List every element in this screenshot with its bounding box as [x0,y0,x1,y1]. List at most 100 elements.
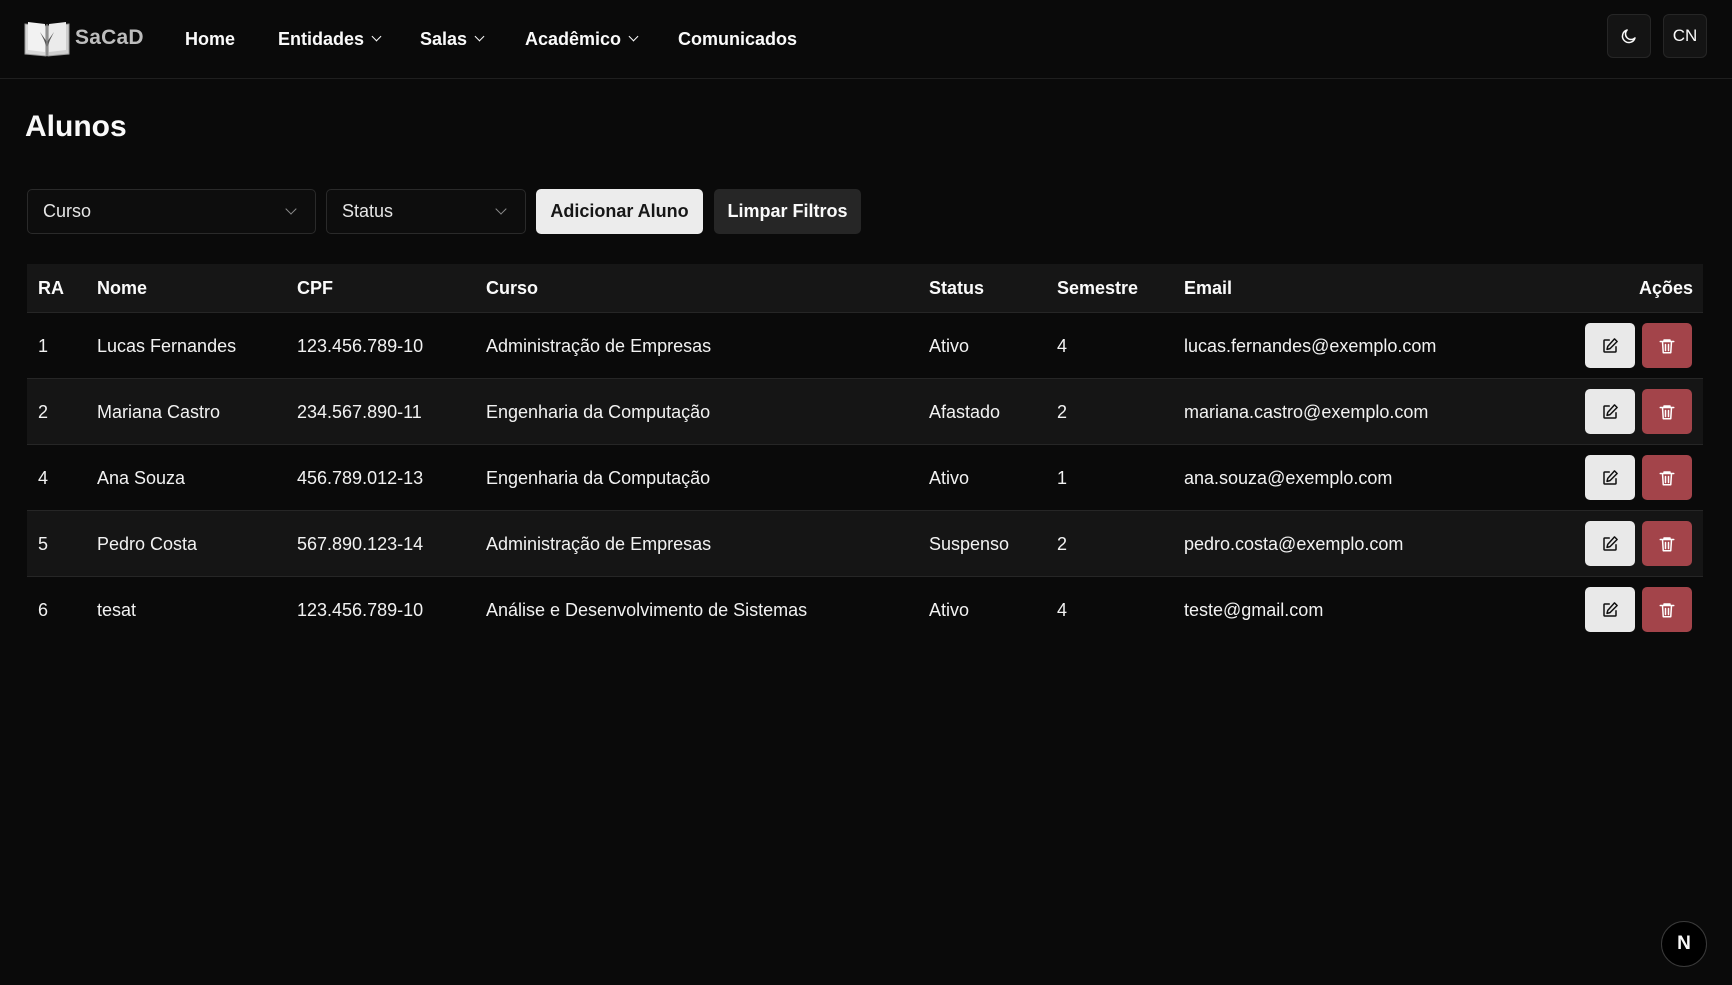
table-row: 2 Mariana Castro 234.567.890-11 Engenhar… [27,379,1703,445]
curso-filter-value: Curso [43,201,92,221]
cell-ra: 6 [38,599,49,620]
nav-home-label: Home [185,28,236,49]
cell-semestre: 1 [1057,467,1068,488]
col-header-email[interactable]: Email [1184,264,1232,313]
nav-entidades-label: Entidades [278,28,365,49]
nav-comunicados[interactable]: Comunicados [678,27,797,51]
cell-cpf: 234.567.890-11 [297,401,422,422]
cell-ra: 2 [38,401,49,422]
edit-icon [1603,535,1618,551]
cell-email: pedro.costa@exemplo.com [1184,533,1404,554]
edit-button[interactable] [1585,389,1635,434]
nav-academico[interactable]: Acadêmico [525,27,639,51]
col-header-acoes: Ações [1638,278,1693,298]
edit-button[interactable] [1585,521,1635,566]
cell-curso: Engenharia da Computação [486,467,711,488]
table-header-row: RA Nome CPF Curso Status Semestre Email … [27,264,1703,313]
edit-icon [1603,403,1618,419]
edit-icon [1603,337,1618,353]
delete-button[interactable] [1642,389,1692,434]
delete-button[interactable] [1642,587,1692,632]
cell-email: teste@gmail.com [1184,599,1324,620]
chevron-down-icon [371,31,382,42]
top-navbar: SaCaD Home Entidades Salas Acadêmico Com… [0,0,1732,79]
cell-semestre: 2 [1057,401,1068,422]
edit-button[interactable] [1585,587,1635,632]
nav-salas[interactable]: Salas [420,27,485,51]
cell-nome: Pedro Costa [97,533,198,554]
edit-button[interactable] [1585,455,1635,500]
cell-email: lucas.fernandes@exemplo.com [1184,335,1437,356]
nav-home[interactable]: Home [185,27,235,51]
edit-icon [1603,469,1618,485]
table-row: 5 Pedro Costa 567.890.123-14 Administraç… [27,511,1703,577]
trash-icon [1659,602,1675,617]
edit-button[interactable] [1585,323,1635,368]
cell-email: mariana.castro@exemplo.com [1184,401,1429,422]
cell-nome: Lucas Fernandes [97,335,237,356]
add-student-button[interactable]: Adicionar Aluno [536,189,703,234]
dev-badge-letter: N [1677,933,1691,954]
col-header-ra[interactable]: RA [38,264,64,313]
table-row: 6 tesat 123.456.789-10 Análise e Desenvo… [27,577,1703,643]
brand-name: SaCaD [75,26,144,49]
cell-status: Ativo [929,335,970,356]
edit-icon [1603,601,1618,617]
table-row: 1 Lucas Fernandes 123.456.789-10 Adminis… [27,313,1703,379]
status-filter-value: Status [342,201,394,221]
brand-logo[interactable]: SaCaD [22,18,144,58]
theme-toggle-button[interactable] [1607,14,1651,58]
user-avatar-button[interactable]: CN [1663,14,1707,58]
cell-nome: Ana Souza [97,467,186,488]
cell-cpf: 456.789.012-13 [297,467,424,488]
cell-curso: Análise e Desenvolvimento de Sistemas [486,599,808,620]
cell-curso: Administração de Empresas [486,533,712,554]
cell-nome: tesat [97,599,137,620]
avatar-initials: CN [1672,26,1698,45]
dev-tools-badge[interactable]: N [1661,921,1707,967]
col-header-semestre[interactable]: Semestre [1057,264,1138,313]
page-title: Alunos [25,110,127,143]
cell-status: Ativo [929,467,970,488]
cell-cpf: 567.890.123-14 [297,533,424,554]
cell-status: Afastado [929,401,1001,422]
delete-button[interactable] [1642,521,1692,566]
nav-academico-label: Acadêmico [525,28,622,49]
status-filter-select[interactable]: Status [326,189,526,234]
clear-filters-button[interactable]: Limpar Filtros [714,189,861,234]
cell-semestre: 4 [1057,335,1068,356]
cell-semestre: 2 [1057,533,1068,554]
trash-icon [1659,338,1675,353]
table-row: 4 Ana Souza 456.789.012-13 Engenharia da… [27,445,1703,511]
cell-ra: 4 [38,467,49,488]
col-header-cpf[interactable]: CPF [297,264,333,313]
delete-button[interactable] [1642,323,1692,368]
nav-entidades[interactable]: Entidades [278,27,382,51]
students-table: RA Nome CPF Curso Status Semestre Email … [27,264,1703,643]
chevron-down-icon [285,203,297,215]
curso-filter-select[interactable]: Curso [27,189,316,234]
cell-status: Ativo [929,599,970,620]
cell-semestre: 4 [1057,599,1068,620]
cell-ra: 1 [38,335,49,356]
cell-cpf: 123.456.789-10 [297,335,424,356]
cell-email: ana.souza@exemplo.com [1184,467,1393,488]
nav-comunicados-label: Comunicados [678,28,798,49]
trash-icon [1659,404,1675,419]
col-header-curso[interactable]: Curso [486,264,538,313]
cell-status: Suspenso [929,533,1010,554]
cell-curso: Engenharia da Computação [486,401,711,422]
nav-salas-label: Salas [420,28,468,49]
trash-icon [1659,470,1675,485]
col-header-status[interactable]: Status [929,264,984,313]
col-header-nome[interactable]: Nome [97,264,147,313]
trash-icon [1659,536,1675,551]
chevron-down-icon [495,203,507,215]
cell-ra: 5 [38,533,49,554]
cell-cpf: 123.456.789-10 [297,599,424,620]
cell-curso: Administração de Empresas [486,335,712,356]
chevron-down-icon [628,31,639,42]
book-logo-icon [24,22,70,57]
chevron-down-icon [474,31,485,42]
delete-button[interactable] [1642,455,1692,500]
